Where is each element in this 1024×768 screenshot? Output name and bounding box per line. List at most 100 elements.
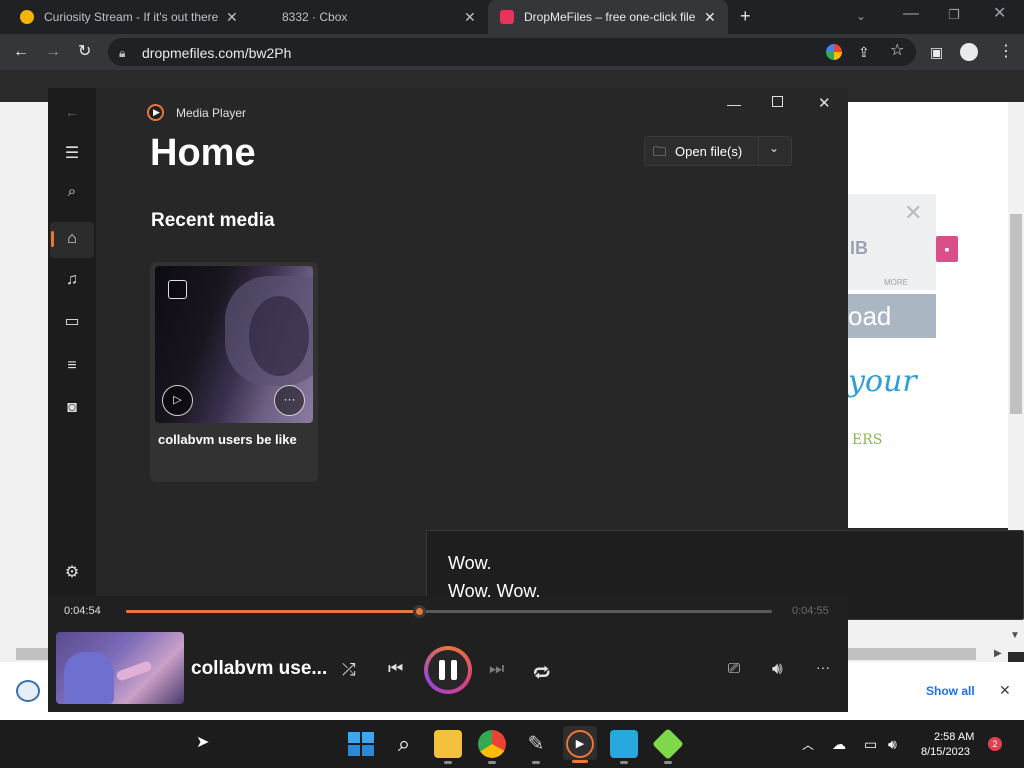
show-all-link[interactable]: Show all [926, 684, 975, 698]
previous-icon[interactable]: ⏮︎ [388, 659, 403, 679]
back-icon[interactable]: ← [48, 104, 96, 120]
shuffle-icon[interactable]: ⤮ [342, 660, 356, 680]
ad-more-label[interactable]: MORE [884, 278, 908, 287]
pause-icon [439, 660, 445, 680]
pen-tool-icon[interactable]: ✎ [522, 730, 550, 758]
seek-bar-progress [126, 610, 423, 613]
new-tab-icon[interactable]: + [740, 7, 751, 25]
back-icon[interactable]: ← [13, 44, 29, 60]
reload-icon[interactable]: ↻ [78, 44, 91, 60]
tab-curiosity-stream[interactable]: Curiosity Stream - If it's out there ✕ [0, 0, 248, 34]
tab-cbox[interactable]: 8332 · Cbox ✕ [248, 0, 488, 34]
chevron-down-icon[interactable]: ⌄ [769, 141, 779, 155]
tab-favicon-icon [20, 10, 34, 24]
volume-icon[interactable]: 🔊︎ [888, 736, 897, 753]
ad-script-text-2: ERS [852, 432, 883, 448]
open-files-button[interactable]: 🗀︎ Open file(s) ⌄ [644, 136, 792, 166]
clock-time[interactable]: 2:58 AM [934, 731, 974, 743]
download-file-icon[interactable] [16, 680, 40, 702]
ad-text: IB [850, 238, 868, 258]
url-text[interactable]: dropmefiles.com/bw2Ph [142, 45, 291, 61]
clock-date[interactable]: 8/15/2023 [921, 746, 970, 758]
chrome-icon[interactable] [478, 730, 506, 758]
active-app-indicator [572, 760, 588, 763]
elapsed-time: 0:04:54 [64, 605, 101, 617]
seek-thumb[interactable] [413, 605, 426, 618]
page-title: Home [150, 132, 256, 174]
menu-kebab-icon[interactable]: ⋮ [998, 44, 1014, 60]
show-hidden-icons-chevron-icon[interactable]: ︿ [802, 736, 814, 753]
lock-icon[interactable]: 🔒︎ [119, 45, 125, 61]
file-explorer-icon[interactable] [434, 730, 462, 758]
play-icon[interactable]: ▷ [162, 385, 193, 416]
next-icon[interactable]: ⏭︎ [489, 659, 504, 679]
chat-icon[interactable]: ▪ [936, 236, 958, 262]
tab-title: 8332 · Cbox [282, 10, 348, 24]
more-options-icon[interactable]: ··· [816, 659, 830, 675]
repeat-icon[interactable]: 🔁︎ [533, 659, 550, 685]
now-playing-title[interactable]: collabvm use... [191, 658, 327, 680]
media-player-taskbar-icon[interactable]: ▶ [566, 730, 594, 758]
ad-close-icon[interactable]: ✕ [904, 200, 922, 226]
playlists-icon[interactable]: ◙ [48, 399, 96, 417]
restore-icon[interactable]: ❐ [948, 7, 960, 23]
now-playing-thumbnail[interactable] [56, 632, 184, 704]
onedrive-icon[interactable]: ☁︎ [832, 736, 846, 753]
search-icon[interactable]: ⌕ [48, 183, 96, 200]
network-icon[interactable]: ▭ [864, 736, 877, 753]
close-icon[interactable]: ✕ [704, 9, 716, 26]
maximize-icon[interactable] [772, 96, 783, 107]
pause-button-inner[interactable] [428, 650, 468, 690]
home-icon[interactable]: ⌂ [48, 230, 96, 248]
minimize-icon[interactable]: — [903, 6, 919, 22]
search-icon[interactable]: ⌕ [390, 730, 418, 758]
ad-download-button[interactable]: oad [848, 294, 936, 338]
tab-title: DropMeFiles – free one-click file [524, 10, 696, 24]
subtitle-line-2: Wow. Wow. [448, 581, 541, 601]
close-icon[interactable]: ✕ [226, 9, 238, 26]
video-film-icon[interactable]: ▭ [48, 311, 96, 331]
start-windows-icon[interactable] [346, 730, 374, 758]
divider [758, 137, 759, 165]
tab-title: Curiosity Stream - If it's out there [44, 10, 219, 24]
settings-gear-icon[interactable]: ⚙ [48, 562, 96, 582]
tab-search-chevron-icon[interactable]: ⌄ [856, 8, 866, 24]
remote-desktop-icon[interactable] [610, 730, 638, 758]
tab-dropmefiles[interactable]: DropMeFiles – free one-click file ✕ [488, 0, 728, 34]
scroll-down-icon[interactable]: ▼ [1010, 630, 1020, 641]
folder-icon: 🗀︎ [653, 144, 667, 159]
total-time: 0:04:55 [792, 605, 829, 617]
forward-icon[interactable]: → [45, 44, 61, 60]
page-scroll-thumb[interactable] [1010, 214, 1022, 414]
side-panel-icon[interactable]: ▣ [930, 44, 943, 60]
google-icon[interactable] [826, 44, 842, 60]
media-title: collabvm users be like [158, 432, 297, 447]
close-icon[interactable]: ✕ [818, 94, 831, 112]
media-player-nav-rail [48, 88, 96, 596]
ad-script-text: your [848, 364, 917, 399]
share-icon[interactable]: ⇪ [858, 44, 870, 60]
volume-icon[interactable]: 🔊︎ [772, 659, 783, 679]
dropmefiles-favicon-icon [500, 10, 514, 24]
ad-panel: ✕ IB MORE [848, 194, 936, 290]
close-window-icon[interactable]: ✕ [993, 6, 1006, 22]
scroll-right-icon[interactable]: ▶ [994, 648, 1002, 659]
close-downloads-icon[interactable]: ✕ [999, 682, 1011, 699]
media-player-logo-icon: ▶ [147, 104, 164, 121]
minimize-icon[interactable]: — [727, 96, 741, 112]
play-queue-icon[interactable]: ≡ [48, 357, 96, 375]
notification-badge[interactable]: 2 [988, 737, 1002, 751]
music-note-icon[interactable]: ♫ [48, 271, 96, 289]
subtitles-icon[interactable]: ⎚ [728, 660, 740, 677]
select-checkbox[interactable] [168, 280, 187, 299]
hamburger-menu-icon[interactable]: ☰ [48, 143, 96, 163]
mouse-cursor-icon: ➤ [196, 734, 210, 751]
close-icon[interactable]: ✕ [464, 9, 476, 26]
more-options-icon[interactable]: ··· [274, 385, 305, 416]
section-title: Recent media [151, 210, 275, 231]
open-files-label: Open file(s) [675, 144, 743, 159]
subtitle-line-1: Wow. [448, 553, 492, 573]
app-title: Media Player [176, 106, 247, 120]
profile-avatar-icon[interactable] [960, 43, 978, 61]
bookmark-star-icon[interactable]: ☆ [890, 43, 904, 59]
